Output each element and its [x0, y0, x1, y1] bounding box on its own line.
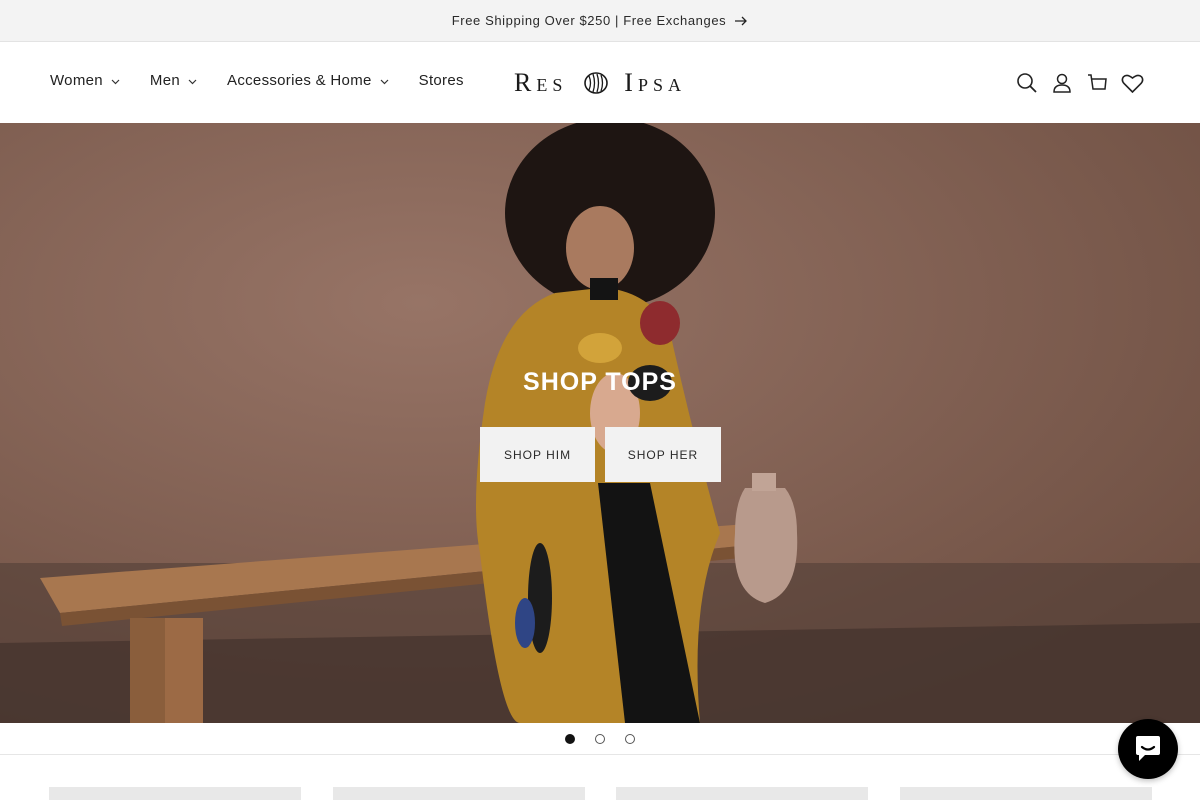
nav-item-label: Men — [149, 72, 181, 89]
nav-item-label: Accessories & Home — [227, 72, 372, 89]
arrow-right-icon — [735, 16, 748, 26]
brand-logo[interactable]: Res Ipsa — [514, 66, 686, 100]
hero-title: SHOP TOPS — [523, 368, 677, 396]
hero-buttons: SHOP HIM SHOP HER — [480, 427, 731, 482]
collection-card[interactable] — [333, 787, 585, 800]
shop-him-button[interactable]: SHOP HIM — [480, 427, 595, 482]
announcement-bar[interactable]: Free Shipping Over $250 | Free Exchanges — [0, 0, 1200, 42]
logo-emblem-icon — [584, 72, 608, 94]
nav-item-women[interactable]: Women — [50, 72, 120, 89]
cart-icon[interactable] — [1085, 71, 1109, 95]
nav-item-stores[interactable]: Stores — [419, 72, 464, 89]
chevron-down-icon — [111, 79, 120, 85]
collection-grid — [49, 787, 1152, 800]
announcement-text: Free Shipping Over $250 | Free Exchanges — [451, 13, 727, 28]
header-icons — [1004, 69, 1144, 97]
collection-card[interactable] — [900, 787, 1152, 800]
chat-launcher-button[interactable] — [1118, 719, 1178, 779]
chevron-down-icon — [188, 79, 197, 85]
slide-dot-2[interactable] — [595, 733, 605, 744]
hero-photo — [0, 123, 1200, 723]
hero-slide: SHOP TOPS SHOP HIM SHOP HER — [0, 123, 1200, 723]
shop-her-button[interactable]: SHOP HER — [605, 427, 721, 482]
chevron-down-icon — [380, 79, 389, 85]
logo-word-res: Res — [514, 68, 568, 97]
slide-dot-3[interactable] — [625, 733, 635, 744]
account-icon[interactable] — [1050, 71, 1074, 95]
main-nav: Women Men Accessories & Home Stores — [50, 42, 494, 123]
logo-word-ipsa: Ipsa — [624, 68, 686, 97]
slide-dot-1[interactable] — [565, 733, 575, 744]
nav-item-accessories-home[interactable]: Accessories & Home — [227, 72, 389, 89]
collection-card[interactable] — [616, 787, 868, 800]
nav-item-men[interactable]: Men — [150, 72, 197, 89]
nav-item-label: Stores — [418, 72, 464, 89]
wishlist-heart-icon[interactable] — [1120, 71, 1144, 95]
site-header: Women Men Accessories & Home Stores Res … — [0, 42, 1200, 123]
collection-card[interactable] — [49, 787, 301, 800]
chat-bubble-icon — [1136, 736, 1160, 761]
search-icon[interactable] — [1015, 71, 1039, 95]
nav-item-label: Women — [50, 72, 103, 89]
slideshow-pagination — [0, 723, 1200, 755]
